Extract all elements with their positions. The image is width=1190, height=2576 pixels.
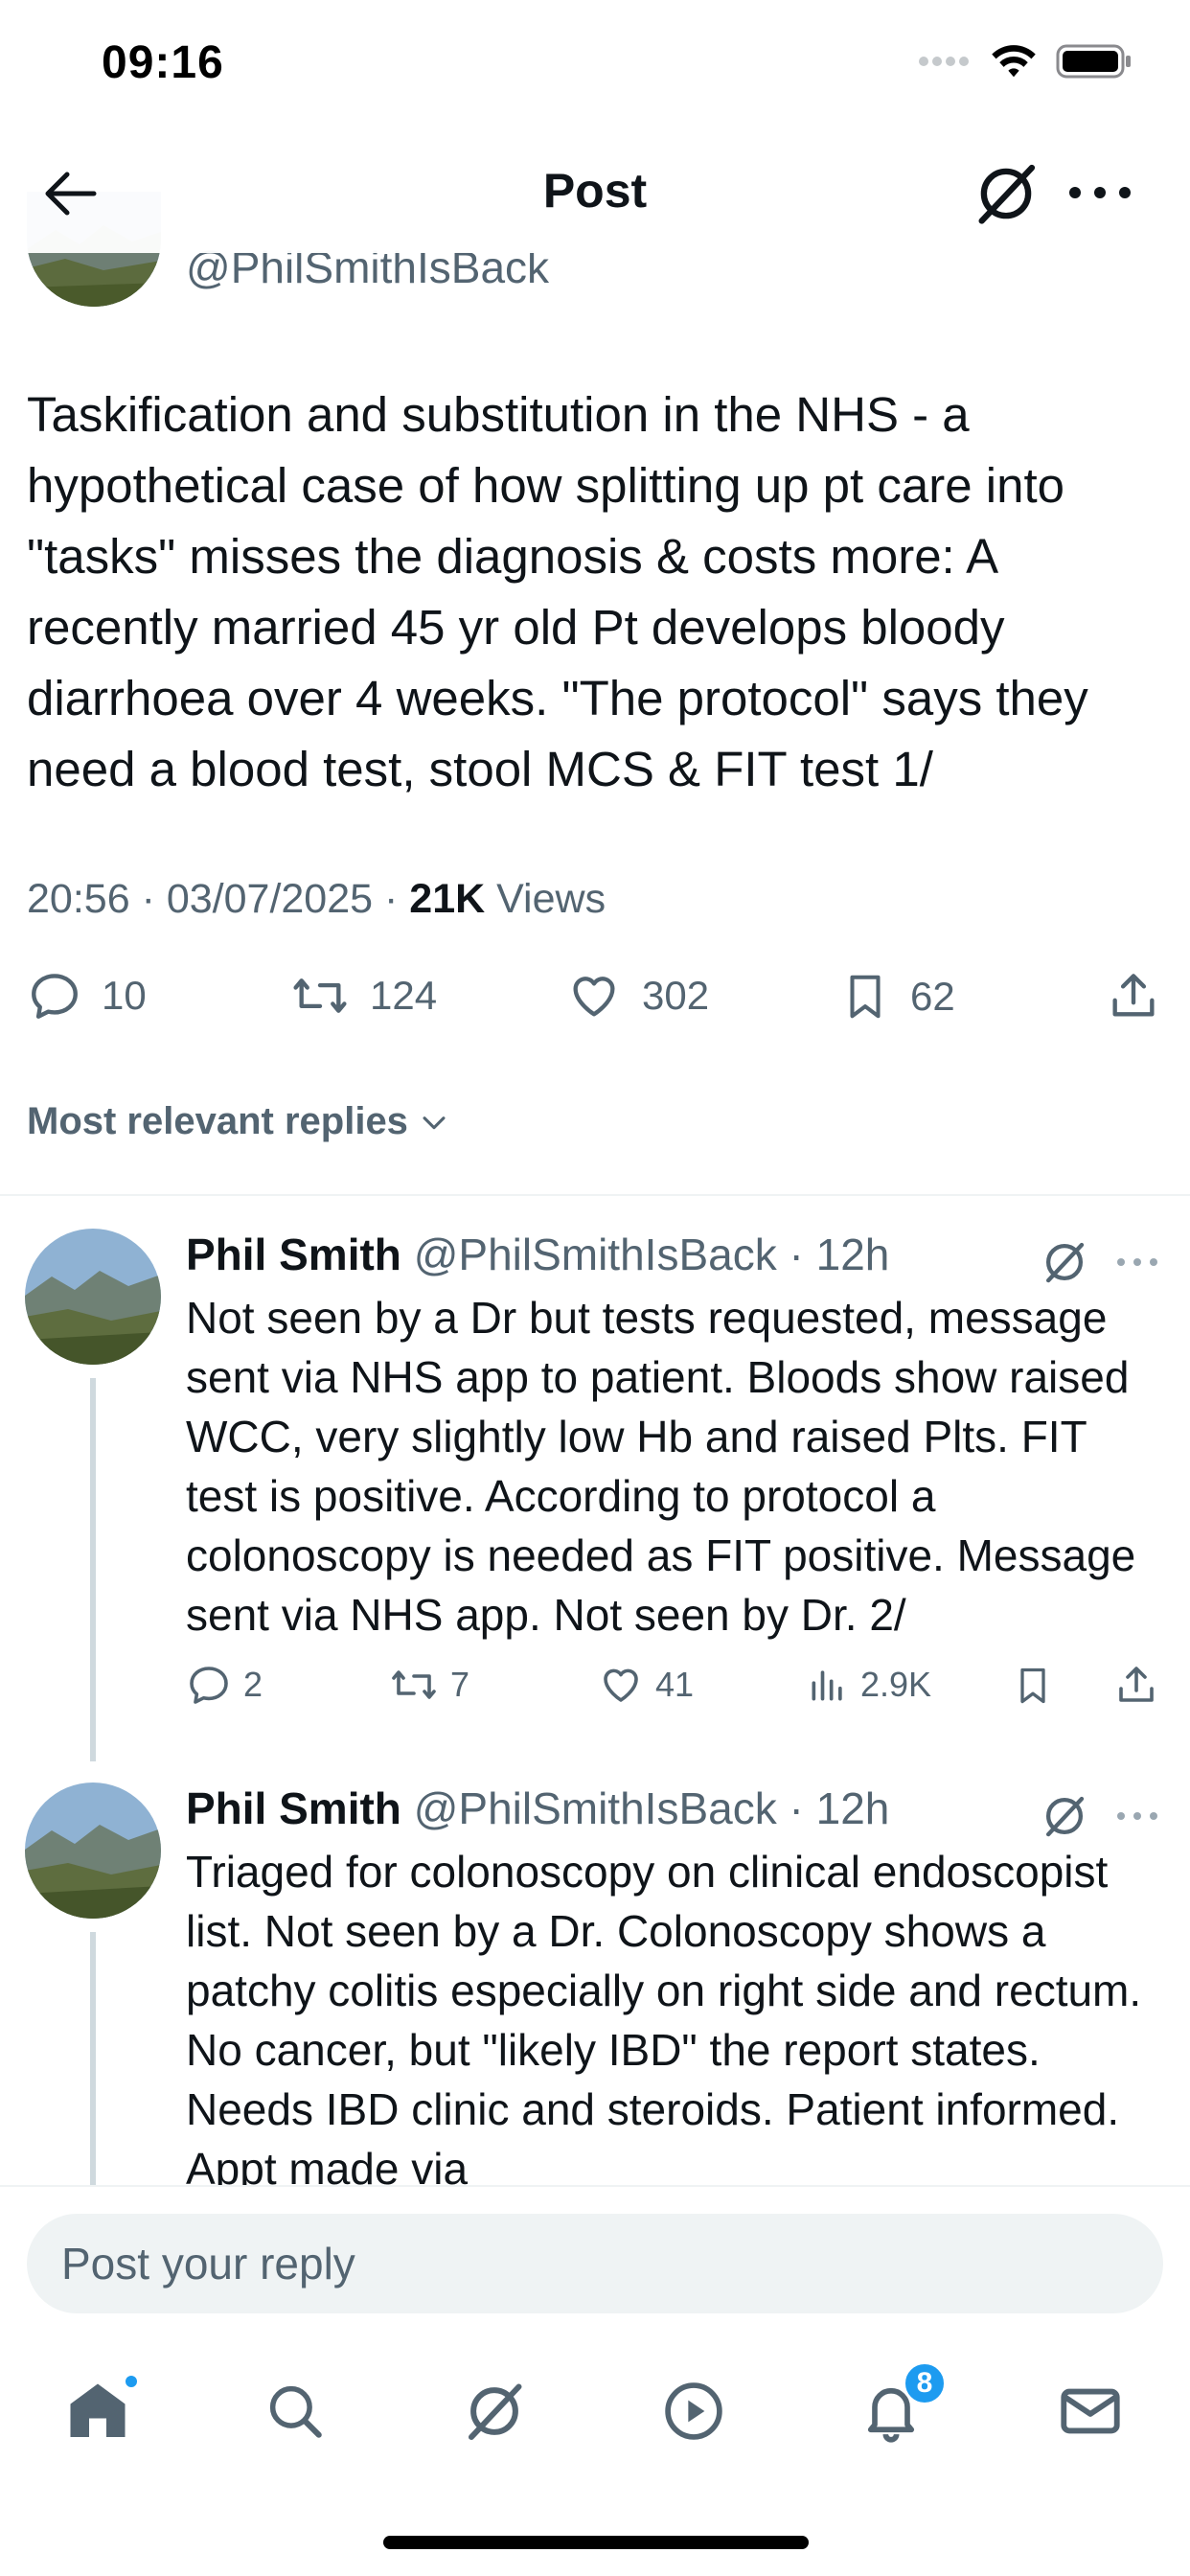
bookmark-button[interactable]: 62 bbox=[839, 968, 955, 1025]
tab-home[interactable] bbox=[50, 2363, 146, 2459]
repost-count: 124 bbox=[370, 973, 438, 1018]
avatar[interactable] bbox=[25, 1229, 161, 1365]
post-time: 20:56 bbox=[27, 876, 130, 922]
reply-time: 12h bbox=[815, 1230, 890, 1279]
avatar[interactable] bbox=[25, 1782, 161, 1919]
reply-author-name[interactable]: Phil Smith bbox=[186, 1230, 401, 1279]
reply-header: Phil Smith @PhilSmithIsBack · 12h bbox=[186, 1230, 890, 1279]
reply-author-handle[interactable]: @PhilSmithIsBack bbox=[414, 1230, 777, 1279]
top-nav-bar: Post bbox=[0, 134, 1190, 253]
reply-author-handle[interactable]: @PhilSmithIsBack bbox=[414, 1783, 777, 1833]
thread-line bbox=[90, 1932, 96, 2185]
notifications-badge: 8 bbox=[903, 2361, 947, 2405]
repost-icon bbox=[389, 1662, 439, 1708]
status-icons bbox=[918, 42, 1133, 80]
replies-sort-label: Most relevant replies bbox=[27, 1100, 408, 1142]
tab-grok[interactable] bbox=[446, 2363, 542, 2459]
views-label: Views bbox=[496, 876, 606, 922]
reply-author-name[interactable]: Phil Smith bbox=[186, 1783, 401, 1833]
reply-item[interactable]: Phil Smith @PhilSmithIsBack · 12h Triage… bbox=[0, 1782, 1190, 2185]
home-indicator bbox=[383, 2536, 809, 2549]
like-count: 41 bbox=[655, 1665, 695, 1704]
reply-icon bbox=[186, 1662, 232, 1708]
bookmark-icon bbox=[839, 968, 891, 1025]
reply-button[interactable]: 10 bbox=[27, 968, 147, 1024]
reply-input[interactable] bbox=[27, 2214, 1163, 2313]
reply-item[interactable]: Phil Smith @PhilSmithIsBack · 12h Not se… bbox=[0, 1229, 1190, 1765]
analytics-icon bbox=[807, 1662, 849, 1708]
more-icon[interactable] bbox=[1113, 1802, 1161, 1830]
status-bar: 09:16 bbox=[0, 0, 1190, 134]
tab-messages[interactable] bbox=[1042, 2363, 1138, 2459]
more-icon[interactable] bbox=[1062, 169, 1138, 217]
reply-actions: 2 7 41 2.9K bbox=[186, 1662, 1173, 1715]
repost-count: 7 bbox=[450, 1665, 470, 1704]
repost-button[interactable]: 7 bbox=[389, 1662, 469, 1708]
post-date: 03/07/2025 bbox=[166, 876, 374, 922]
mail-icon bbox=[1057, 2378, 1124, 2445]
reply-text: Triaged for colonoscopy on clinical endo… bbox=[186, 1847, 1142, 2185]
tab-video[interactable] bbox=[646, 2363, 742, 2459]
like-button[interactable]: 41 bbox=[598, 1662, 694, 1708]
reply-count: 10 bbox=[102, 973, 147, 1018]
views-button[interactable]: 2.9K bbox=[807, 1662, 931, 1708]
home-badge-dot bbox=[123, 2373, 140, 2390]
tab-notifications[interactable]: 8 bbox=[843, 2361, 947, 2459]
like-count: 302 bbox=[642, 973, 710, 1018]
search-icon bbox=[263, 2380, 327, 2443]
views-count: 2.9K bbox=[860, 1665, 932, 1704]
heart-icon bbox=[565, 968, 623, 1024]
battery-icon bbox=[1056, 43, 1133, 80]
grok-icon bbox=[460, 2377, 529, 2446]
bookmark-button[interactable] bbox=[1012, 1662, 1054, 1710]
reply-header: Phil Smith @PhilSmithIsBack · 12h bbox=[186, 1783, 890, 1833]
replies-sort-dropdown[interactable]: Most relevant replies bbox=[27, 1100, 450, 1143]
grok-icon[interactable] bbox=[1039, 1236, 1090, 1288]
bookmark-count: 62 bbox=[910, 974, 955, 1019]
home-icon bbox=[63, 2377, 132, 2446]
share-button[interactable] bbox=[1113, 1662, 1159, 1708]
tab-search[interactable] bbox=[247, 2363, 343, 2459]
bookmark-icon bbox=[1012, 1662, 1054, 1710]
post-detail-content: @PhilSmithIsBack Taskification and subst… bbox=[0, 0, 1190, 2185]
post-text: Taskification and substitution in the NH… bbox=[27, 387, 1088, 796]
chevron-down-icon bbox=[418, 1106, 450, 1138]
share-button[interactable] bbox=[1106, 968, 1161, 1024]
post-actions: 10 124 302 62 bbox=[0, 968, 1190, 1041]
reply-composer bbox=[0, 2185, 1190, 2329]
like-button[interactable]: 302 bbox=[565, 968, 709, 1024]
repost-button[interactable]: 124 bbox=[289, 968, 437, 1024]
views-count[interactable]: 21K bbox=[409, 876, 485, 922]
divider bbox=[0, 1194, 1190, 1196]
reply-text: Not seen by a Dr but tests requested, me… bbox=[186, 1293, 1136, 1640]
reply-icon bbox=[27, 968, 82, 1024]
reply-time: 12h bbox=[815, 1783, 890, 1833]
signal-icon bbox=[918, 52, 972, 71]
share-icon bbox=[1106, 968, 1161, 1024]
post-meta: 20:56 · 03/07/2025 · 21K Views bbox=[27, 876, 606, 922]
more-icon[interactable] bbox=[1113, 1248, 1161, 1276]
play-icon bbox=[661, 2379, 726, 2444]
heart-icon bbox=[598, 1662, 644, 1708]
grok-icon[interactable] bbox=[1039, 1790, 1090, 1842]
repost-icon bbox=[289, 968, 351, 1024]
grok-icon[interactable] bbox=[970, 157, 1042, 230]
wifi-icon bbox=[989, 42, 1039, 80]
reply-count: 2 bbox=[243, 1665, 263, 1704]
status-time: 09:16 bbox=[102, 37, 224, 88]
share-icon bbox=[1113, 1662, 1159, 1708]
thread-line bbox=[90, 1378, 96, 1761]
reply-button[interactable]: 2 bbox=[186, 1662, 263, 1708]
